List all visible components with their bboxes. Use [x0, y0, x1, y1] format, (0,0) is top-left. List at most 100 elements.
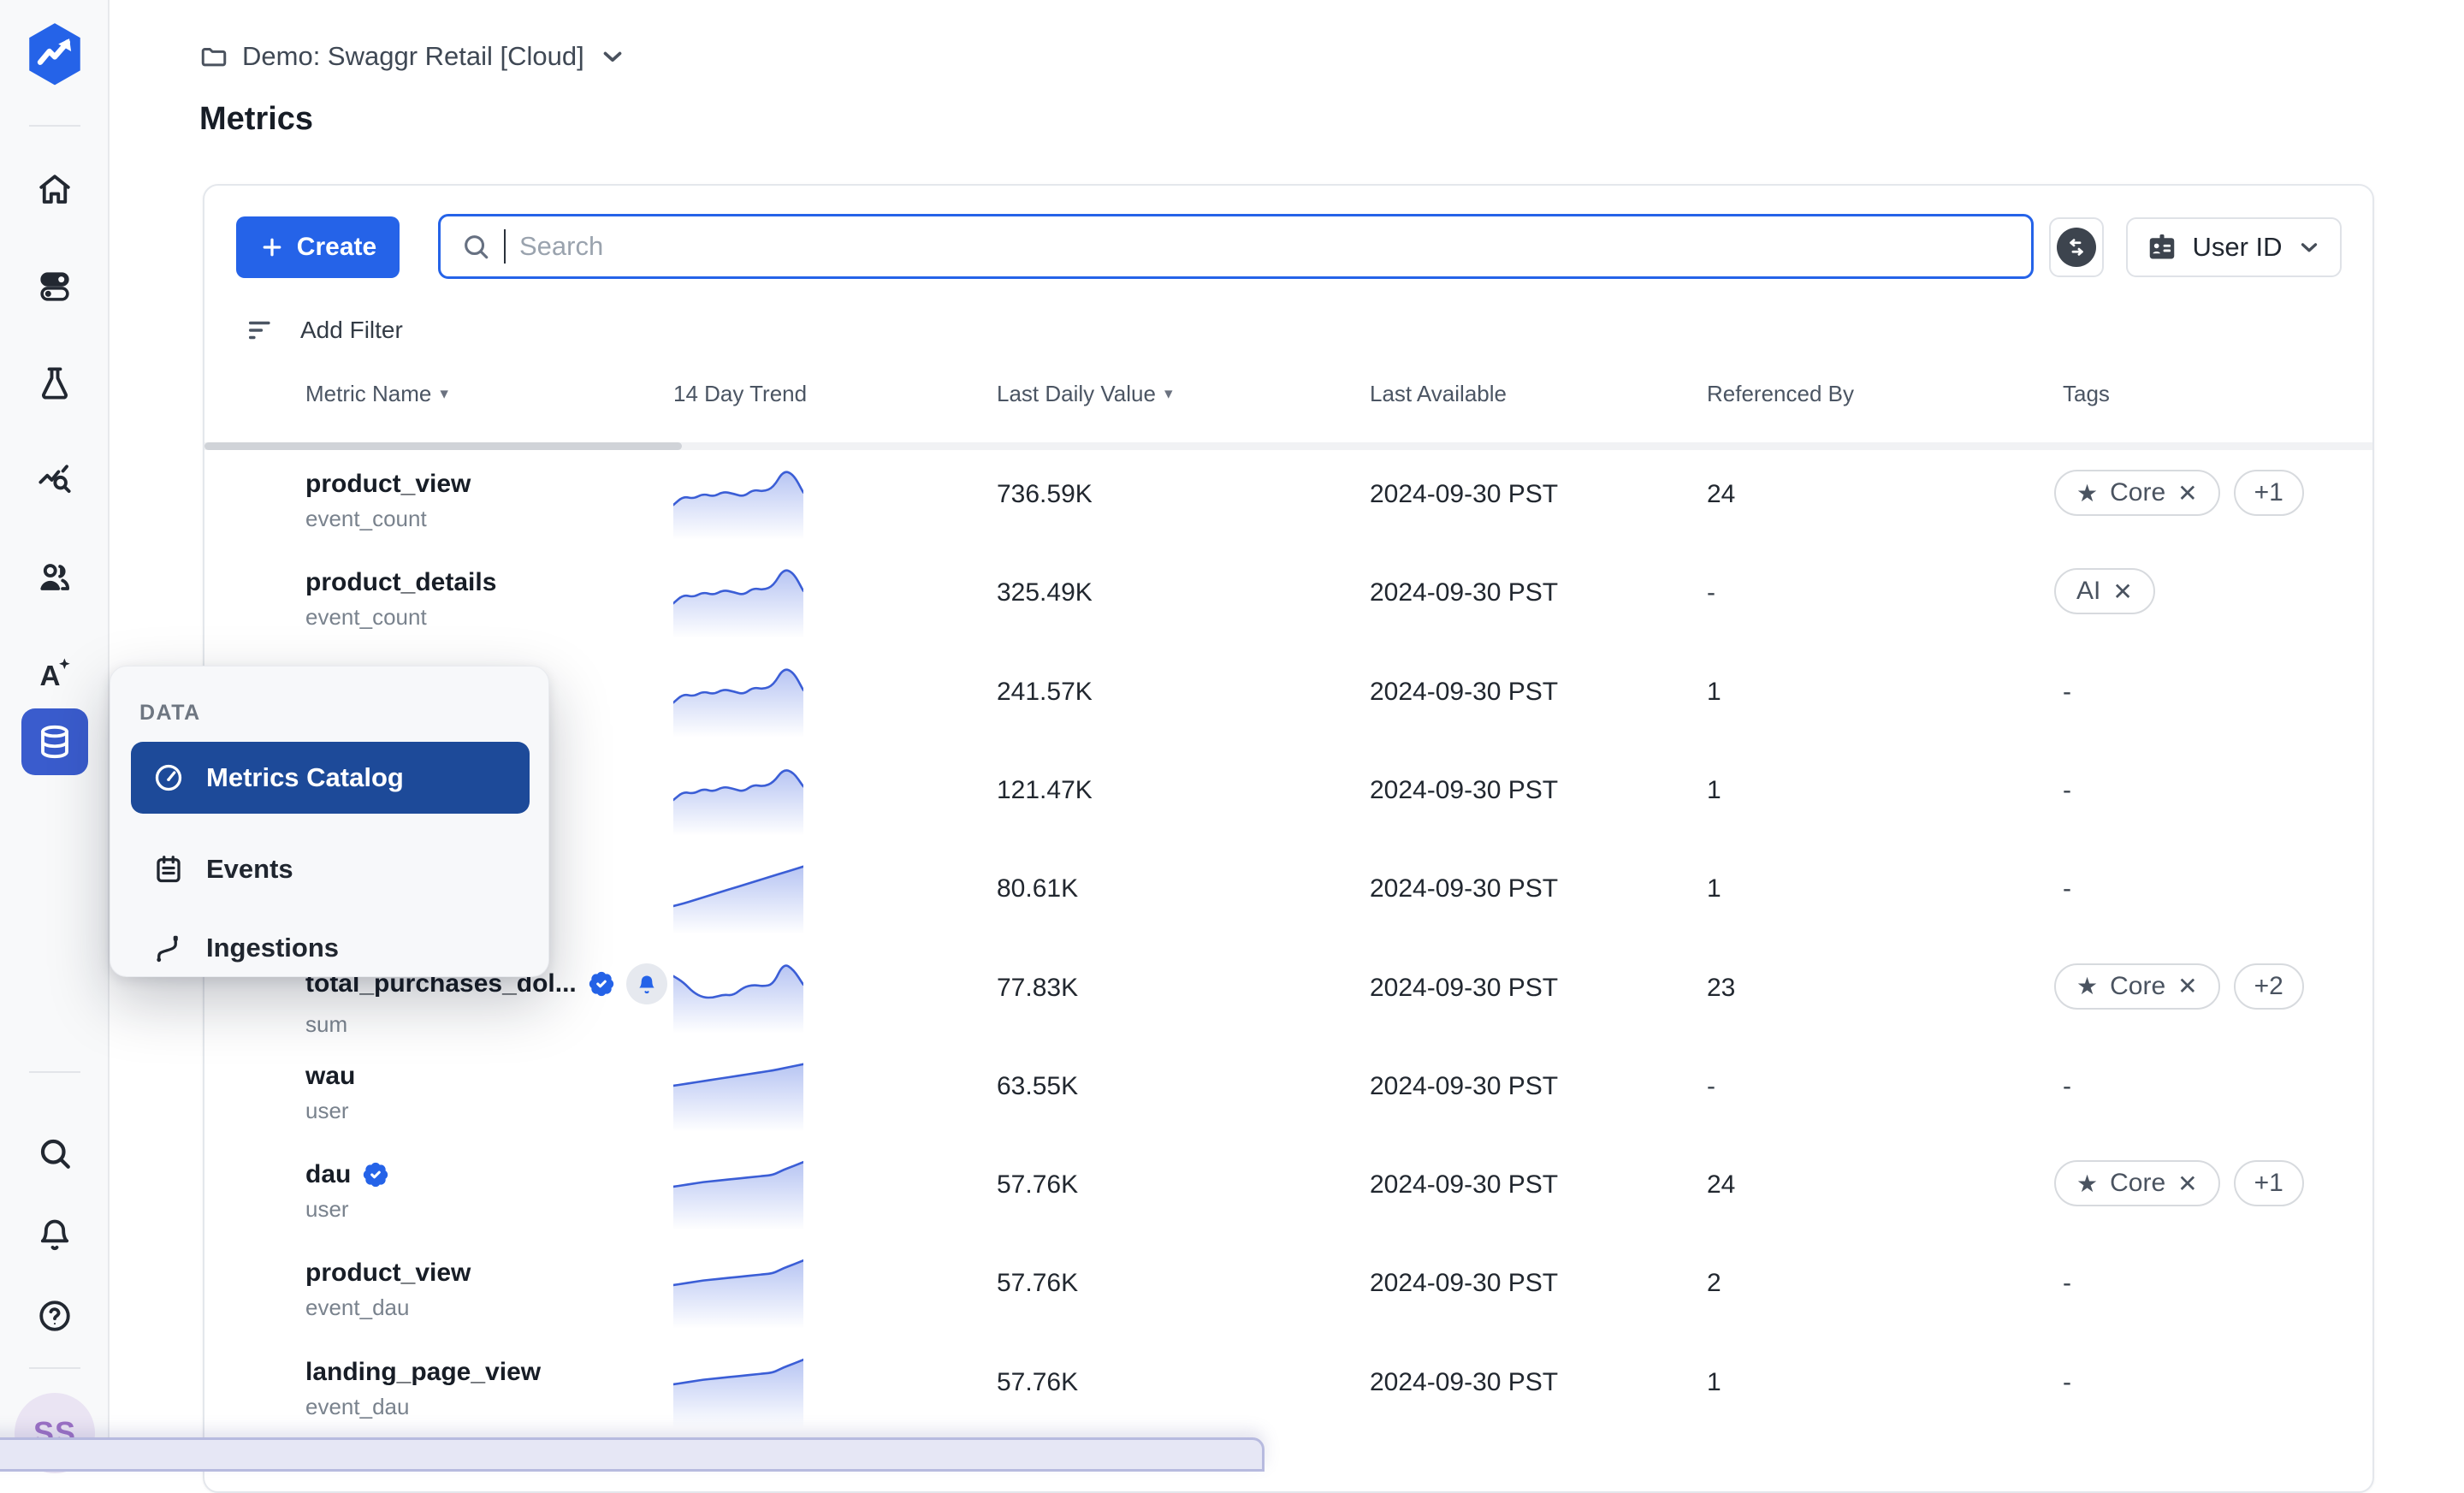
- column-header-14-day-trend[interactable]: 14 Day Trend: [673, 381, 807, 407]
- sidebar-item-metrics-explore[interactable]: [0, 447, 110, 512]
- tags-cell: ★Core✕ +2: [2054, 963, 2304, 1010]
- popup-item-ingestions[interactable]: Ingestions: [131, 916, 530, 980]
- alert-bell-icon[interactable]: [626, 963, 667, 1004]
- sidebar-item-experiments[interactable]: [0, 351, 110, 416]
- sidebar-item-users[interactable]: [0, 544, 110, 609]
- data-popup-menu: DATA Metrics CatalogEventsIngestions: [110, 666, 549, 977]
- sidebar-notifications[interactable]: [0, 1202, 110, 1267]
- id-type-dropdown[interactable]: User ID: [2126, 217, 2342, 277]
- metric-name[interactable]: dau: [305, 1160, 390, 1189]
- last-available: 2024-09-30 PST: [1370, 974, 1558, 1003]
- users-icon: [37, 559, 73, 595]
- metric-subtitle: sum: [305, 1011, 667, 1038]
- sidebar-divider: [29, 1367, 80, 1369]
- metric-subtitle: event_dau: [305, 1295, 471, 1321]
- more-tags-chip[interactable]: +2: [2234, 963, 2304, 1010]
- sidebar-item-ai[interactable]: A: [0, 641, 110, 706]
- sidebar-item-home[interactable]: [0, 157, 110, 222]
- tag-chip[interactable]: ★Core✕: [2054, 1160, 2220, 1206]
- last-available: 2024-09-30 PST: [1370, 1269, 1558, 1298]
- sidebar-divider: [29, 125, 80, 127]
- column-header-tags[interactable]: Tags: [2063, 381, 2110, 407]
- add-filter-button[interactable]: Add Filter: [246, 316, 403, 345]
- last-available: 2024-09-30 PST: [1370, 1072, 1558, 1101]
- metric-name[interactable]: product_details: [305, 568, 496, 597]
- tag-chip[interactable]: AI✕: [2054, 568, 2155, 614]
- metric-name[interactable]: wau: [305, 1062, 355, 1091]
- last-available: 2024-09-30 PST: [1370, 776, 1558, 805]
- svg-text:A: A: [40, 661, 61, 691]
- trend-sparkline: [673, 1055, 803, 1136]
- swap-icon: [2057, 228, 2096, 267]
- sidebar-help[interactable]: [0, 1283, 110, 1348]
- trend-sparkline: [673, 857, 803, 939]
- popup-item-events[interactable]: Events: [131, 838, 530, 901]
- table-row[interactable]: product_view event_dau 57.76K 2024-09-30 PS…: [204, 1238, 2372, 1336]
- breadcrumb-project: Demo: Swaggr Retail [Cloud]: [242, 41, 584, 72]
- star-icon: ★: [2076, 479, 2098, 507]
- trend-sparkline: [673, 1252, 803, 1333]
- chevron-down-icon: [2296, 234, 2322, 260]
- last-available: 2024-09-30 PST: [1370, 480, 1558, 509]
- search-box: [438, 214, 2034, 279]
- more-tags-chip[interactable]: +1: [2234, 1160, 2304, 1206]
- sidebar-divider: [29, 1071, 80, 1073]
- folder-icon: [199, 42, 228, 71]
- metric-subtitle: event_count: [305, 506, 471, 532]
- referenced-by: 1: [1707, 678, 1721, 707]
- column-header-last-daily-value[interactable]: Last Daily Value▾: [997, 381, 1173, 407]
- flask-icon: [37, 365, 73, 401]
- no-tags-dash: -: [2063, 874, 2071, 904]
- metric-name[interactable]: product_view: [305, 1259, 471, 1288]
- sidebar: A SS: [0, 0, 110, 1448]
- no-tags-dash: -: [2063, 1072, 2071, 1101]
- more-tags-chip[interactable]: +1: [2234, 470, 2304, 516]
- last-daily-value: 57.76K: [997, 1269, 1078, 1298]
- tag-chip[interactable]: ★Core✕: [2054, 470, 2220, 516]
- create-button[interactable]: Create: [236, 216, 400, 278]
- breadcrumb[interactable]: Demo: Swaggr Retail [Cloud]: [199, 41, 627, 72]
- statsig-logo[interactable]: [26, 22, 84, 86]
- popup-item-metrics-catalog[interactable]: Metrics Catalog: [131, 742, 530, 814]
- metric-name[interactable]: landing_page_view: [305, 1358, 541, 1387]
- search-icon: [37, 1135, 73, 1171]
- no-tags-dash: -: [2063, 1368, 2071, 1397]
- no-tags-dash: -: [2063, 1269, 2071, 1298]
- metric-subtitle: user: [305, 1196, 390, 1223]
- table-row[interactable]: dauuser57.76K2024-09-30 PST24★Core✕+1: [204, 1140, 2372, 1238]
- star-icon: ★: [2076, 1170, 2098, 1198]
- sidebar-item-data[interactable]: [21, 708, 88, 775]
- id-swap-button[interactable]: [2049, 217, 2104, 277]
- filter-icon: [246, 316, 275, 345]
- last-daily-value: 77.83K: [997, 974, 1078, 1003]
- bottom-sheet-edge[interactable]: [0, 1437, 1265, 1472]
- remove-tag-icon[interactable]: ✕: [2177, 972, 2197, 1000]
- home-icon: [37, 172, 73, 208]
- remove-tag-icon[interactable]: ✕: [2112, 578, 2132, 606]
- table-row[interactable]: product_viewevent_count736.59K2024-09-30…: [204, 449, 2372, 548]
- table-row[interactable]: wauuser63.55K2024-09-30 PST--: [204, 1041, 2372, 1140]
- tags-cell: AI✕: [2054, 568, 2155, 614]
- last-available: 2024-09-30 PST: [1370, 1368, 1558, 1397]
- sidebar-item-gates[interactable]: [0, 254, 110, 319]
- calendar-icon: [153, 854, 184, 885]
- column-header-referenced-by[interactable]: Referenced By: [1707, 381, 1854, 407]
- column-header-last-available[interactable]: Last Available: [1370, 381, 1507, 407]
- metric-subtitle: user: [305, 1098, 355, 1124]
- metrics-catalog-page: A SS: [0, 0, 2464, 1448]
- referenced-by: -: [1707, 1072, 1715, 1101]
- sort-arrow-icon: ▾: [440, 384, 448, 404]
- table-row[interactable]: landing_page_viewevent_dau57.76K2024-09-…: [204, 1337, 2372, 1436]
- remove-tag-icon[interactable]: ✕: [2177, 1170, 2197, 1198]
- sidebar-search[interactable]: [0, 1121, 110, 1186]
- last-daily-value: 80.61K: [997, 874, 1078, 904]
- remove-tag-icon[interactable]: ✕: [2177, 479, 2197, 507]
- trend-sparkline: [673, 561, 803, 643]
- metric-name[interactable]: product_view: [305, 470, 471, 499]
- tag-chip[interactable]: ★Core✕: [2054, 963, 2220, 1010]
- search-input[interactable]: [519, 231, 2011, 262]
- column-header-metric-name[interactable]: Metric Name▾: [305, 381, 448, 407]
- last-available: 2024-09-30 PST: [1370, 678, 1558, 707]
- table-row[interactable]: product_detailsevent_count325.49K2024-09…: [204, 548, 2372, 646]
- toggles-icon: [37, 269, 73, 305]
